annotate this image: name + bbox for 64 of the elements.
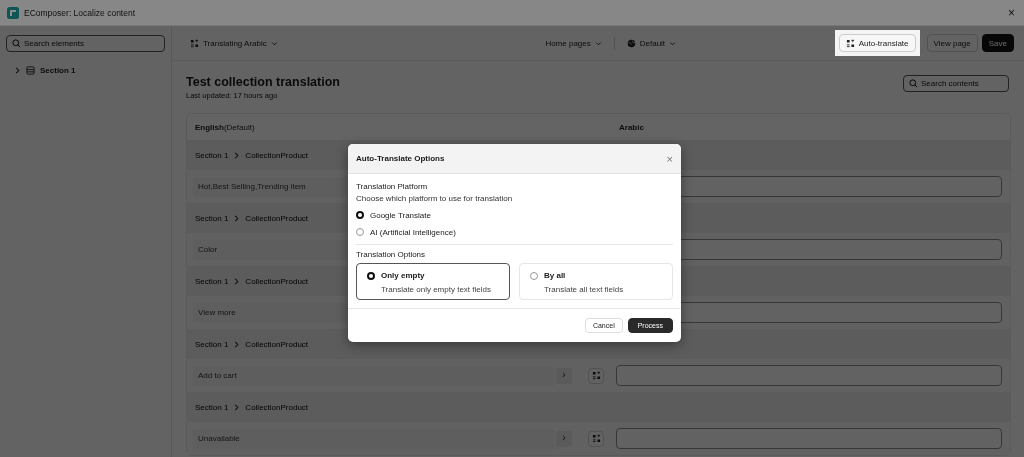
translate-button[interactable] — [588, 430, 604, 447]
breadcrumb-text: CollectionProduct — [245, 150, 309, 160]
search-field[interactable]: Search contents — [903, 75, 1009, 92]
radio-option[interactable]: AI (Artificial Intelligence) — [356, 227, 673, 237]
caret-icon — [270, 39, 278, 47]
column-header: English(Default) — [195, 122, 256, 132]
radio-icon — [530, 271, 538, 280]
breadcrumb-text: Section 1 — [195, 213, 229, 223]
column-header: Arabic — [619, 122, 644, 132]
page-title: Test collection translation — [186, 75, 340, 89]
breadcrumb-text: Section 1 — [195, 402, 229, 412]
translate-icon — [591, 371, 601, 380]
section-label: Translation Platform — [356, 182, 429, 191]
dialog-title: Auto-Translate Options — [356, 154, 445, 163]
caret-icon — [594, 39, 602, 47]
breadcrumb-text: Section 1 — [195, 150, 229, 160]
section-hint: Choose which platform to use for translation — [356, 194, 514, 203]
chevron-icon — [233, 151, 241, 159]
breadcrumb-text: Section 1 — [195, 339, 229, 349]
source-field: Unavailable — [193, 428, 555, 449]
caret-icon — [669, 39, 677, 47]
search-icon — [909, 79, 918, 88]
globe-icon — [626, 38, 636, 48]
breadcrumb-text: Section 1 — [195, 276, 229, 286]
translate-icon — [845, 38, 855, 48]
chevron-icon — [233, 340, 241, 348]
chevron-icon — [233, 214, 241, 222]
close-button[interactable]: × — [666, 152, 673, 165]
chevron-icon — [233, 277, 241, 285]
radio-icon — [367, 271, 375, 280]
theme-dropdown[interactable]: Default — [624, 38, 679, 48]
save-button[interactable]: Save — [981, 34, 1014, 52]
option-title: By all — [544, 271, 566, 280]
option-description: Translate only empty text fields — [381, 285, 492, 294]
close-button[interactable]: × — [1006, 6, 1017, 19]
expand-button[interactable]: › — [556, 430, 572, 447]
option-title: Only empty — [381, 271, 425, 280]
translation-input[interactable] — [616, 428, 1002, 449]
auto-translate-button[interactable]: Auto-translate — [838, 34, 916, 52]
breadcrumb-text: CollectionProduct — [245, 402, 309, 412]
translation-input[interactable] — [616, 365, 1002, 386]
breadcrumb-text: CollectionProduct — [245, 276, 309, 286]
radio-option[interactable]: Google Translate — [356, 210, 673, 220]
option-description: Translate all text fields — [544, 285, 625, 294]
tree-item[interactable]: Section 1 — [6, 66, 165, 75]
page-dropdown[interactable]: Home pages — [543, 38, 604, 48]
expand-button[interactable]: › — [556, 367, 572, 384]
language-dropdown[interactable]: Translating Arabic — [188, 38, 280, 48]
source-field: Add to cart — [193, 365, 555, 386]
search-field[interactable]: Search elements — [6, 35, 165, 52]
section-icon — [26, 66, 35, 75]
section-label: Translation Options — [356, 250, 427, 259]
breadcrumb-text: CollectionProduct — [245, 213, 309, 223]
window-title: EComposer: Localize content — [24, 7, 137, 18]
search-icon — [12, 39, 21, 48]
translate-icon — [591, 434, 601, 443]
breadcrumb-text: CollectionProduct — [245, 339, 309, 349]
translate-icon — [190, 38, 199, 48]
chevron-icon — [233, 403, 241, 411]
view-page-button[interactable]: View page — [926, 34, 978, 52]
option-card[interactable]: By all Translate all text fields — [519, 263, 673, 300]
app-logo-icon — [7, 6, 19, 19]
translate-button[interactable] — [588, 367, 604, 384]
option-card[interactable]: Only empty Translate only empty text fields — [356, 263, 510, 300]
